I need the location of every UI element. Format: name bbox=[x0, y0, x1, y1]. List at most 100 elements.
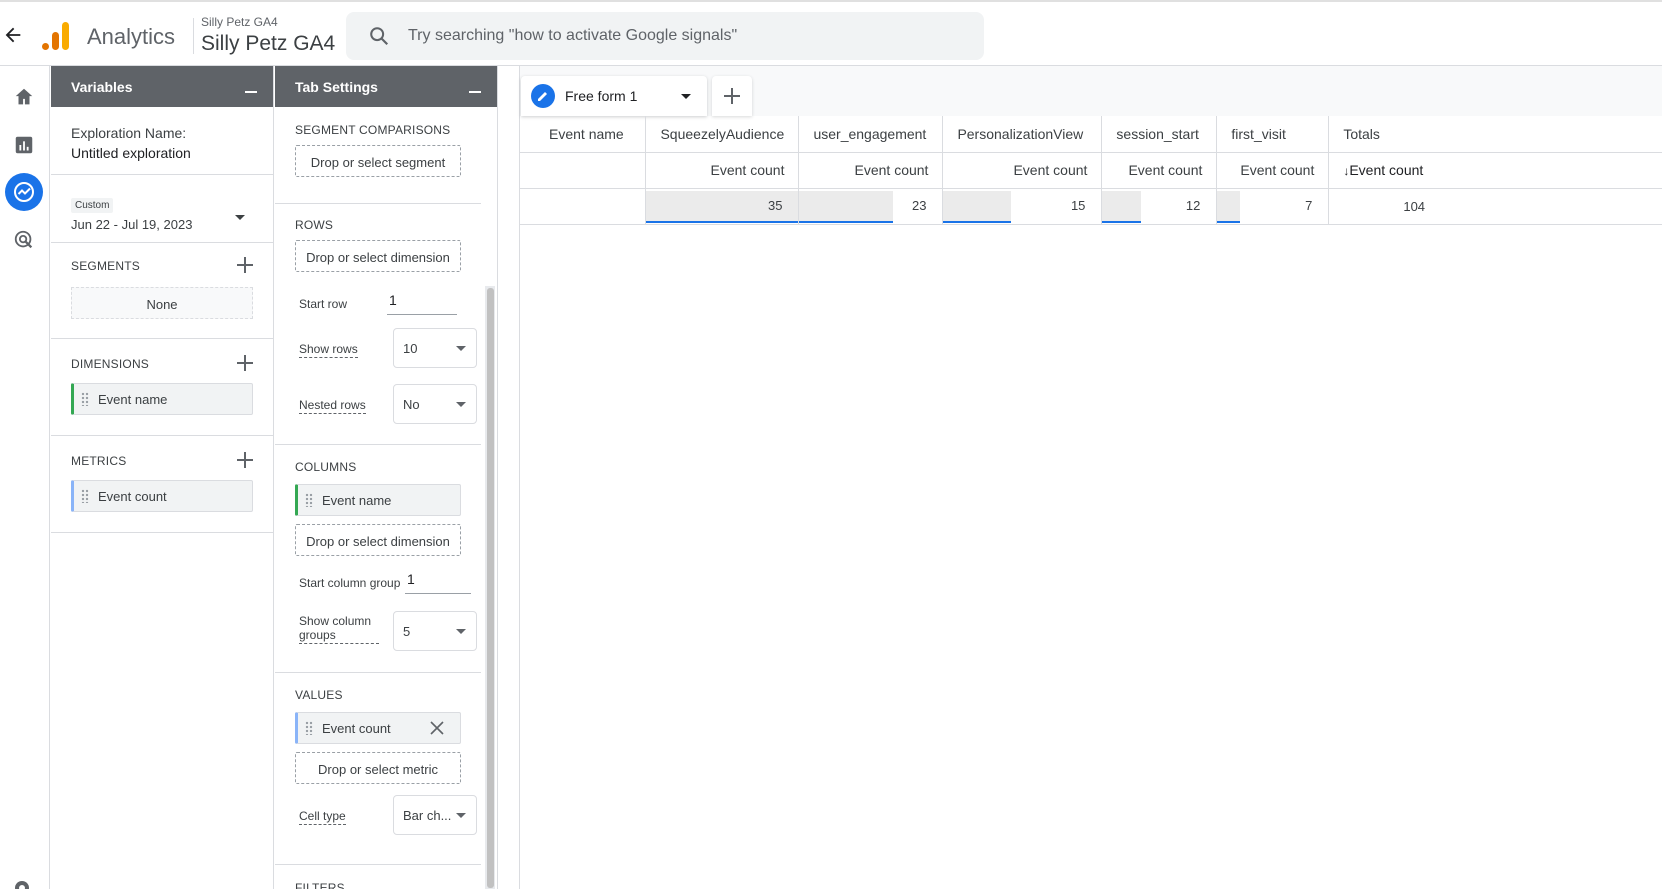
column-chip-label: Event name bbox=[322, 493, 392, 508]
columns-title: COLUMNS bbox=[295, 460, 357, 474]
dimension-chip-event-name[interactable]: Event name bbox=[71, 383, 253, 415]
top-bar: Analytics Silly Petz GA4 Silly Petz GA4 bbox=[0, 0, 1662, 66]
nav-reports[interactable] bbox=[5, 126, 43, 164]
values-section: VALUES Event count Drop or select metric… bbox=[275, 673, 481, 865]
chevron-down-icon bbox=[456, 402, 466, 407]
tab-settings-title: Tab Settings bbox=[295, 79, 378, 95]
metric-header[interactable]: Event count bbox=[645, 152, 800, 189]
dimensions-title: DIMENSIONS bbox=[71, 357, 150, 371]
value-bar bbox=[1217, 190, 1240, 223]
back-arrow-icon[interactable] bbox=[2, 24, 24, 46]
totals-header: Totals bbox=[1328, 116, 1662, 153]
column-header[interactable]: first_visit bbox=[1216, 116, 1330, 153]
settings-icon[interactable] bbox=[10, 876, 34, 889]
show-column-groups-value: 5 bbox=[403, 624, 411, 639]
search-input[interactable] bbox=[408, 12, 968, 60]
metric-header[interactable]: Event count bbox=[942, 152, 1103, 189]
nested-rows-select[interactable]: No bbox=[393, 384, 477, 424]
totals-metric-header[interactable]: ↓Event count bbox=[1328, 152, 1662, 189]
close-icon[interactable] bbox=[430, 721, 444, 735]
value-bar bbox=[1102, 190, 1142, 223]
metric-header[interactable]: Event count bbox=[1216, 152, 1330, 189]
total-cell[interactable]: 104 bbox=[1328, 188, 1662, 225]
property-name[interactable]: Silly Petz GA4 bbox=[201, 32, 335, 56]
drag-handle-icon[interactable] bbox=[81, 392, 89, 406]
add-dimension-plus-icon[interactable] bbox=[237, 355, 253, 371]
start-column-group-label: Start column group bbox=[299, 576, 401, 590]
segment-comparisons-title: SEGMENT COMPARISONS bbox=[295, 123, 451, 137]
value-chip-event-count[interactable]: Event count bbox=[295, 712, 461, 744]
show-rows-label: Show rows bbox=[299, 342, 358, 358]
exploration-canvas: Free form 1 Event name SqueezelyAudience… bbox=[519, 66, 1662, 889]
reports-icon bbox=[15, 136, 33, 154]
column-header[interactable]: user_engagement bbox=[798, 116, 944, 153]
filters-title: FILTERS bbox=[295, 881, 345, 889]
variables-title: Variables bbox=[71, 79, 133, 95]
values-title: VALUES bbox=[295, 688, 343, 702]
filters-section: FILTERS bbox=[275, 865, 481, 889]
nav-home[interactable] bbox=[5, 78, 43, 116]
values-drop-zone[interactable]: Drop or select metric bbox=[295, 752, 461, 784]
cell-type-select[interactable]: Bar ch... bbox=[393, 795, 477, 835]
drag-handle-icon[interactable] bbox=[305, 721, 313, 735]
exploration-name-input[interactable]: Untitled exploration bbox=[71, 145, 253, 161]
metrics-title: METRICS bbox=[71, 454, 127, 468]
metric-chip-event-count[interactable]: Event count bbox=[71, 480, 253, 512]
show-column-groups-select[interactable]: 5 bbox=[393, 611, 477, 651]
nav-advertising[interactable] bbox=[5, 221, 43, 259]
minimize-icon[interactable] bbox=[245, 91, 257, 93]
add-metric-plus-icon[interactable] bbox=[237, 452, 253, 468]
value-cell[interactable]: 12 bbox=[1101, 188, 1218, 225]
home-icon bbox=[15, 88, 33, 105]
columns-section: COLUMNS Event name Drop or select dimens… bbox=[275, 445, 481, 673]
segments-section: SEGMENTS None bbox=[51, 243, 273, 339]
rows-drop-zone[interactable]: Drop or select dimension bbox=[295, 240, 461, 272]
column-header[interactable]: SqueezelyAudience bbox=[645, 116, 800, 153]
search-icon bbox=[370, 27, 389, 46]
totals-metric-label: Event count bbox=[1349, 162, 1424, 178]
cell-value: 15 bbox=[1070, 198, 1086, 213]
cell-value: 12 bbox=[1185, 198, 1201, 213]
empty-cell bbox=[520, 152, 647, 189]
add-segment-plus-icon[interactable] bbox=[237, 257, 253, 273]
plus-icon bbox=[724, 88, 740, 104]
cell-value: 23 bbox=[911, 198, 927, 213]
value-cell[interactable]: 7 bbox=[1216, 188, 1330, 225]
start-column-group-input[interactable]: 1 bbox=[405, 571, 471, 594]
free-form-table: Event name SqueezelyAudience user_engage… bbox=[520, 116, 1662, 225]
exploration-name-section: Exploration Name: Untitled exploration bbox=[51, 107, 273, 175]
explore-icon bbox=[14, 182, 34, 202]
drag-handle-icon[interactable] bbox=[305, 493, 313, 507]
drag-handle-icon[interactable] bbox=[81, 489, 89, 503]
show-rows-select[interactable]: 10 bbox=[393, 328, 477, 368]
account-name[interactable]: Silly Petz GA4 bbox=[201, 15, 278, 29]
scrollbar-thumb[interactable] bbox=[487, 288, 494, 888]
value-cell[interactable]: 23 bbox=[798, 188, 944, 225]
dimension-header[interactable]: Event name bbox=[520, 116, 647, 153]
cell-value: 35 bbox=[767, 198, 783, 213]
segments-title: SEGMENTS bbox=[71, 259, 140, 273]
dimension-chip-label: Event name bbox=[98, 392, 168, 407]
metric-header[interactable]: Event count bbox=[798, 152, 944, 189]
date-range-tag: Custom bbox=[71, 198, 114, 213]
value-cell[interactable]: 15 bbox=[942, 188, 1103, 225]
start-row-input[interactable]: 1 bbox=[387, 292, 457, 315]
show-column-groups-label: Show column groups bbox=[299, 614, 379, 644]
nav-explore[interactable] bbox=[5, 173, 43, 211]
metric-header[interactable]: Event count bbox=[1101, 152, 1218, 189]
columns-drop-zone[interactable]: Drop or select dimension bbox=[295, 524, 461, 556]
tab-free-form-1[interactable]: Free form 1 bbox=[521, 76, 707, 116]
minimize-icon[interactable] bbox=[469, 91, 481, 93]
date-range-picker[interactable]: Custom Jun 22 - Jul 19, 2023 bbox=[51, 175, 273, 243]
chevron-down-icon bbox=[456, 629, 466, 634]
add-tab-button[interactable] bbox=[712, 76, 752, 116]
column-header[interactable]: PersonalizationView bbox=[942, 116, 1103, 153]
chevron-down-icon[interactable] bbox=[681, 94, 691, 99]
search-bar[interactable] bbox=[346, 12, 984, 60]
header-divider bbox=[193, 18, 194, 54]
pencil-icon bbox=[531, 84, 555, 108]
column-chip-event-name[interactable]: Event name bbox=[295, 484, 461, 516]
segment-drop-zone[interactable]: Drop or select segment bbox=[295, 145, 461, 177]
column-header[interactable]: session_start bbox=[1101, 116, 1218, 153]
value-cell[interactable]: 35 bbox=[645, 188, 800, 225]
